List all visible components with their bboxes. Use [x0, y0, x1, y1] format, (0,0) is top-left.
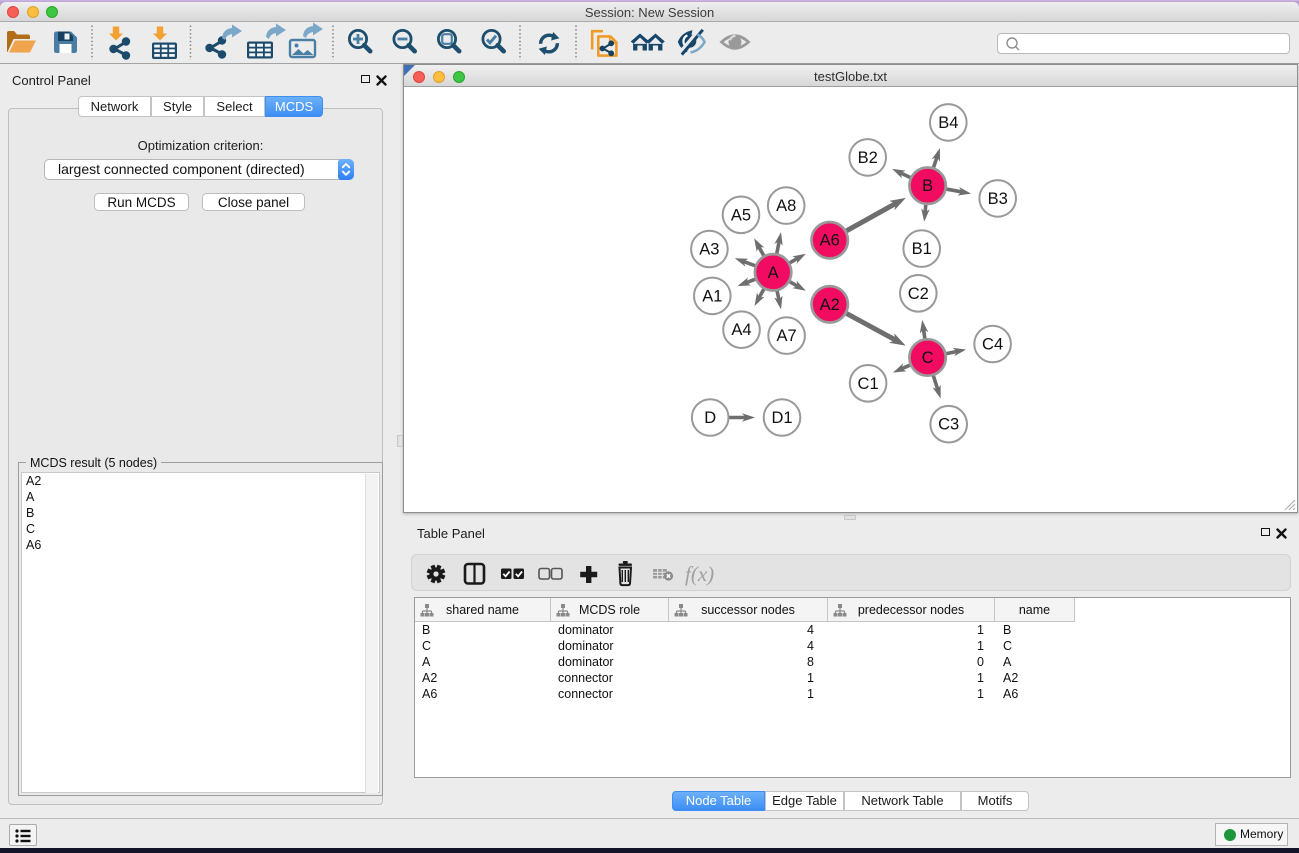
svg-text:C3: C3	[938, 415, 959, 433]
svg-text:A7: A7	[777, 327, 797, 345]
svg-text:B3: B3	[988, 189, 1008, 207]
svg-text:A8: A8	[776, 197, 796, 215]
svg-text:A5: A5	[731, 206, 751, 224]
svg-text:A1: A1	[702, 287, 722, 305]
svg-text:B: B	[922, 177, 933, 195]
svg-text:D1: D1	[771, 409, 792, 427]
svg-text:C: C	[922, 349, 934, 367]
svg-text:f(x): f(x)	[685, 562, 714, 586]
svg-text:A: A	[768, 263, 779, 281]
svg-text:D: D	[704, 409, 716, 427]
svg-text:A2: A2	[820, 295, 840, 313]
svg-text:C1: C1	[858, 374, 879, 392]
svg-text:C4: C4	[982, 335, 1003, 353]
svg-text:B4: B4	[938, 113, 958, 131]
svg-text:B2: B2	[858, 148, 878, 166]
svg-text:C2: C2	[908, 284, 929, 302]
svg-text:A3: A3	[699, 240, 719, 258]
svg-text:A6: A6	[820, 231, 840, 249]
svg-text:B1: B1	[912, 240, 932, 258]
svg-text:A4: A4	[731, 321, 751, 339]
